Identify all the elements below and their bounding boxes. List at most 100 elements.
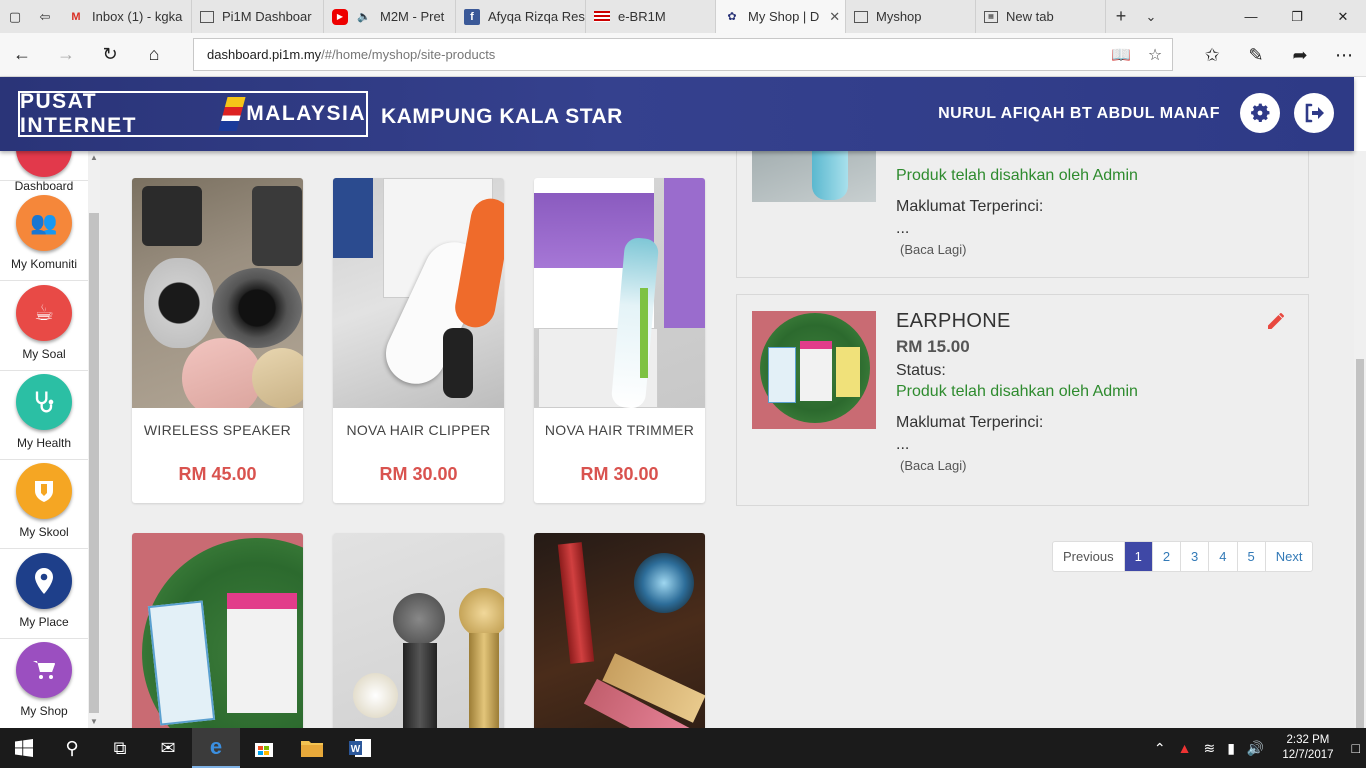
pagination-page[interactable]: 1 <box>1123 542 1152 571</box>
search-icon[interactable]: ⚲ <box>48 728 96 768</box>
tab-preview-icon[interactable]: ▢ <box>0 0 30 33</box>
refresh-button[interactable]: ↻ <box>88 33 132 77</box>
system-clock[interactable]: 2:32 PM 12/7/2017 <box>1270 733 1345 763</box>
scrollbar-thumb[interactable] <box>1356 359 1364 728</box>
read-more-link[interactable]: (Baca Lagi) <box>896 242 1138 257</box>
sidebar-item-my-soal[interactable]: ☕ My Soal <box>0 285 88 371</box>
product-image-hair-trimmer[interactable] <box>534 178 705 408</box>
sidebar-item-my-shop[interactable]: My Shop <box>0 642 88 728</box>
pagination-page[interactable]: 2 <box>1151 542 1180 571</box>
sidebar-item-my-skool[interactable]: My Skool <box>0 463 88 549</box>
set-aside-tabs-icon[interactable]: ⇦ <box>30 0 60 33</box>
sidebar-item-my-place[interactable]: My Place <box>0 553 88 639</box>
pagination-next[interactable]: Next <box>1264 542 1313 571</box>
tab-title: Afyqa Rizqa Res <box>488 9 585 24</box>
back-button[interactable]: ← <box>0 33 44 77</box>
browser-nav-bar: ← → ↻ ⌂ dashboard.pi1m.my/#/home/myshop/… <box>0 33 1366 77</box>
product-image-microphone[interactable] <box>333 533 504 728</box>
favorites-hub-icon[interactable]: ✩ <box>1190 33 1234 77</box>
product-image-wireless-mic[interactable] <box>534 533 705 728</box>
more-menu-icon[interactable]: ⋯ <box>1322 33 1366 77</box>
new-tab-button[interactable]: + <box>1106 0 1136 33</box>
pagination-page[interactable]: 5 <box>1236 542 1265 571</box>
scroll-down-arrow-icon[interactable]: ▼ <box>88 717 100 726</box>
product-card[interactable]: NOVA HAIR CLIPPER RM 30.00 <box>333 178 504 503</box>
browser-tab[interactable]: Myshop <box>846 0 976 33</box>
product-title: EARPHONE <box>896 310 1011 332</box>
product-thumbnail[interactable] <box>752 151 876 202</box>
product-image-hair-clipper[interactable] <box>333 178 504 408</box>
sidebar: Dashboard 👥 My Komuniti ☕ My Soal My Hea… <box>0 151 88 728</box>
settings-button[interactable] <box>1240 93 1280 133</box>
sidebar-item-my-health[interactable]: My Health <box>0 374 88 460</box>
sidebar-item-dashboard[interactable]: Dashboard <box>0 151 88 193</box>
mail-icon[interactable]: ✉ <box>144 728 192 768</box>
home-button[interactable]: ⌂ <box>132 33 176 77</box>
store-icon[interactable] <box>240 728 288 768</box>
action-center-icon[interactable]: □ <box>1346 740 1366 756</box>
product-thumbnail[interactable] <box>752 311 876 429</box>
logout-button[interactable] <box>1294 93 1334 133</box>
product-price: RM 30.00 <box>580 464 659 484</box>
browser-tab[interactable]: M Inbox (1) - kgka <box>60 0 192 33</box>
scroll-up-arrow-icon[interactable]: ▲ <box>88 153 100 162</box>
minimize-button[interactable]: — <box>1228 0 1274 33</box>
product-card[interactable] <box>132 533 303 728</box>
speaker-icon: 🔈 <box>357 11 371 23</box>
sidebar-scrollbar[interactable]: ▲ ▼ <box>88 151 100 728</box>
product-card[interactable]: NOVA HAIR TRIMMER RM 30.00 <box>534 178 705 503</box>
reading-view-icon[interactable]: 📖 <box>1104 45 1138 65</box>
detail-label: Maklumat Terperinci: <box>896 414 1044 431</box>
tab-title: Myshop <box>876 9 922 24</box>
battery-icon[interactable]: ▮ <box>1221 740 1241 757</box>
browser-tab[interactable]: ▶ 🔈 M2M - Pret <box>324 0 456 33</box>
file-explorer-icon[interactable] <box>288 728 336 768</box>
tab-title: Pi1M Dashboar <box>222 9 312 24</box>
product-image-earphone[interactable] <box>132 533 303 728</box>
product-price: RM 15.00 <box>896 337 970 356</box>
product-card[interactable] <box>333 533 504 728</box>
facebook-icon: f <box>464 8 480 25</box>
browser-tab-active[interactable]: ✿ My Shop | D ✕ <box>716 0 846 33</box>
close-tab-icon[interactable]: ✕ <box>829 9 840 25</box>
product-card[interactable] <box>534 533 705 728</box>
pi1m-logo[interactable]: PUSAT INTERNET MALAYSIA <box>18 90 368 137</box>
product-image-speaker[interactable] <box>132 178 303 408</box>
browser-tab[interactable]: ▦ New tab <box>976 0 1106 33</box>
chevron-down-icon[interactable]: ⌄ <box>1136 0 1166 33</box>
word-icon[interactable]: W <box>336 728 384 768</box>
pagination-page[interactable]: 4 <box>1208 542 1236 571</box>
tab-title: Inbox (1) - kgka <box>92 9 183 24</box>
product-card[interactable]: WIRELESS SPEAKER RM 45.00 <box>132 178 303 503</box>
scrollbar-thumb[interactable] <box>89 213 99 713</box>
share-icon[interactable]: ➦ <box>1278 33 1322 77</box>
address-bar[interactable]: dashboard.pi1m.my/#/home/myshop/site-pro… <box>193 38 1173 71</box>
pencil-icon <box>1268 313 1284 329</box>
browser-tab[interactable]: Pi1M Dashboar <box>192 0 324 33</box>
show-hidden-icons-icon[interactable]: ⌃ <box>1148 740 1172 757</box>
web-note-icon[interactable]: ✎ <box>1234 33 1278 77</box>
logout-icon <box>1305 103 1324 123</box>
task-view-icon[interactable]: ⧉ <box>96 728 144 768</box>
restore-button[interactable]: ❐ <box>1274 0 1320 33</box>
edge-icon[interactable]: e <box>192 728 240 768</box>
sidebar-item-label: My Skool <box>19 525 69 539</box>
antivirus-icon[interactable]: ▲ <box>1172 740 1198 756</box>
sidebar-item-my-komuniti[interactable]: 👥 My Komuniti <box>0 195 88 281</box>
edit-button[interactable] <box>1266 311 1286 331</box>
windows-start-icon[interactable] <box>0 728 48 768</box>
pagination-page[interactable]: 3 <box>1180 542 1208 571</box>
close-window-button[interactable]: ✕ <box>1320 0 1366 33</box>
browser-tab[interactable]: f Afyqa Rizqa Res <box>456 0 586 33</box>
tab-title: e-BR1M <box>618 9 666 24</box>
read-more-link[interactable]: (Baca Lagi) <box>896 458 1138 473</box>
volume-icon[interactable]: 🔊 <box>1241 740 1270 757</box>
browser-tab[interactable]: e-BR1M <box>586 0 716 33</box>
forward-button[interactable]: → <box>44 33 88 77</box>
flag-icon <box>594 11 610 22</box>
wifi-icon[interactable]: ≋ <box>1197 740 1221 757</box>
page-scrollbar[interactable] <box>1354 151 1366 728</box>
favorite-star-icon[interactable]: ☆ <box>1138 45 1172 65</box>
pagination-previous[interactable]: Previous <box>1053 542 1124 571</box>
browser-tab-strip: ▢ ⇦ M Inbox (1) - kgka Pi1M Dashboar ▶ 🔈… <box>0 0 1366 33</box>
